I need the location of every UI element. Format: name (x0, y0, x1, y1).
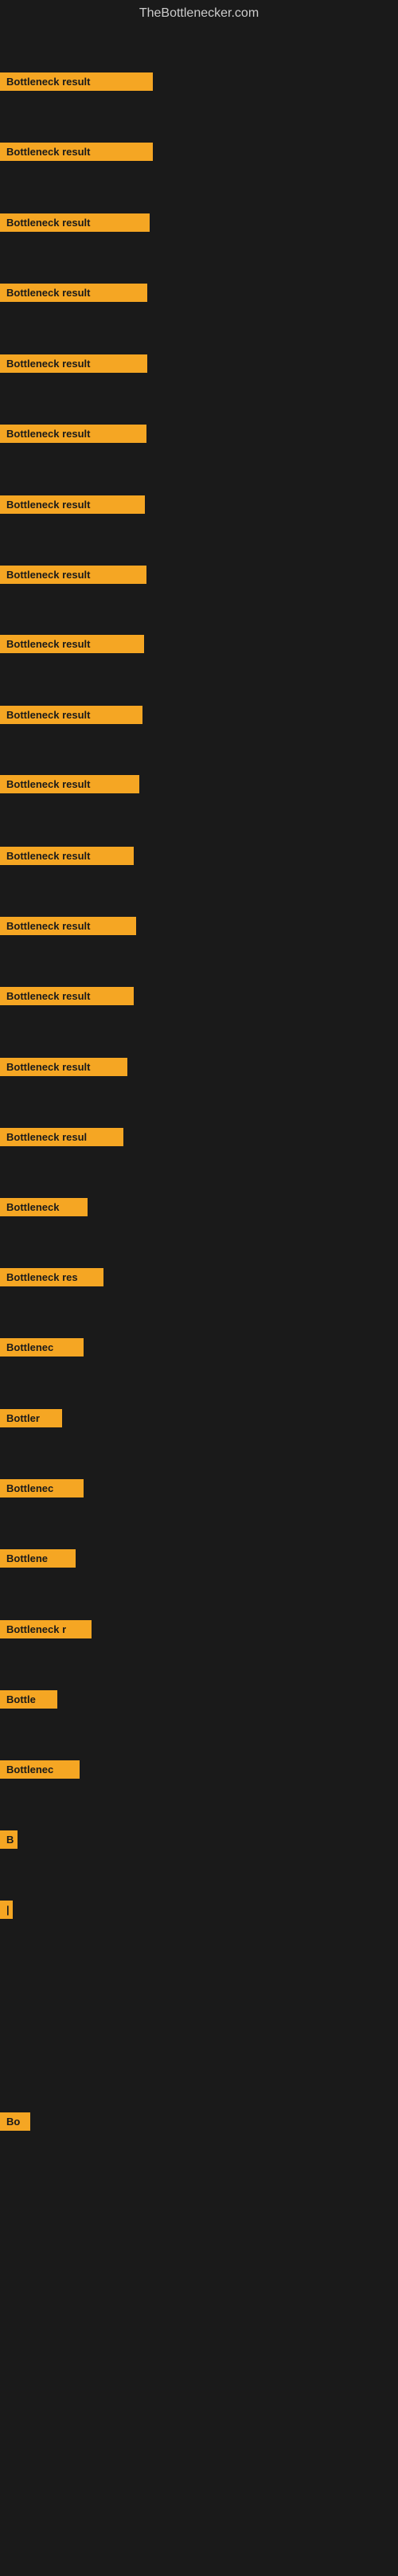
bottleneck-label: Bottleneck resul (0, 1128, 123, 1146)
bottleneck-item: Bottleneck result (0, 354, 147, 377)
bottleneck-label: Bottleneck result (0, 143, 153, 161)
bottleneck-item: Bo (0, 2112, 30, 2135)
bottleneck-label: Bottlenec (0, 1760, 80, 1779)
bottleneck-label: Bottleneck result (0, 566, 146, 584)
bottleneck-label: Bottle (0, 1690, 57, 1709)
bottleneck-item: Bottler (0, 1409, 62, 1431)
bottleneck-label: Bottler (0, 1409, 62, 1427)
bottleneck-label: Bo (0, 2112, 30, 2131)
site-title: TheBottlenecker.com (0, 0, 398, 27)
bottleneck-item: Bottleneck result (0, 143, 153, 165)
bottleneck-item: Bottleneck result (0, 847, 134, 869)
bottleneck-item: Bottleneck result (0, 1058, 127, 1080)
bottleneck-label: Bottleneck res (0, 1268, 103, 1286)
bottleneck-label: Bottleneck result (0, 284, 147, 302)
bottleneck-item: Bottleneck (0, 1198, 88, 1220)
bottleneck-label: Bottleneck result (0, 72, 153, 91)
bottleneck-label: Bottleneck result (0, 987, 134, 1005)
bottleneck-label: Bottleneck result (0, 917, 136, 935)
bottleneck-item: Bottlene (0, 1549, 76, 1572)
bottleneck-label: Bottlene (0, 1549, 76, 1568)
bottleneck-label: Bottleneck result (0, 706, 142, 724)
bottleneck-item: Bottleneck result (0, 495, 145, 518)
bottleneck-item: Bottlenec (0, 1479, 84, 1501)
bottleneck-label: Bottleneck r (0, 1620, 92, 1638)
bottleneck-item: Bottleneck r (0, 1620, 92, 1642)
bottleneck-label: Bottleneck (0, 1198, 88, 1216)
bottleneck-label: Bottleneck result (0, 213, 150, 232)
bottleneck-item: B (0, 1830, 18, 1853)
bottleneck-item: Bottleneck result (0, 72, 153, 95)
bottleneck-item: Bottleneck result (0, 284, 147, 306)
bottleneck-item: Bottlenec (0, 1338, 84, 1360)
bottleneck-label: Bottleneck result (0, 775, 139, 793)
bottleneck-label: Bottleneck result (0, 354, 147, 373)
bottleneck-item: Bottleneck result (0, 775, 139, 797)
bottleneck-item: Bottle (0, 1690, 57, 1713)
bottleneck-label: Bottleneck result (0, 1058, 127, 1076)
bottleneck-item: Bottleneck result (0, 706, 142, 728)
bottleneck-item: Bottleneck result (0, 566, 146, 588)
bottleneck-item: Bottleneck res (0, 1268, 103, 1290)
bottleneck-item: Bottleneck result (0, 987, 134, 1009)
bottleneck-item: | (0, 1901, 13, 1923)
bottleneck-item: Bottleneck result (0, 917, 136, 939)
bottleneck-label: B (0, 1830, 18, 1849)
bottleneck-label: | (0, 1901, 13, 1919)
bottleneck-label: Bottlenec (0, 1338, 84, 1357)
bottleneck-item: Bottleneck result (0, 213, 150, 236)
bottleneck-item: Bottleneck resul (0, 1128, 123, 1150)
bottleneck-item: Bottleneck result (0, 635, 144, 657)
bottleneck-label: Bottleneck result (0, 495, 145, 514)
bottleneck-label: Bottleneck result (0, 847, 134, 865)
bottleneck-item: Bottlenec (0, 1760, 80, 1783)
bottleneck-item: Bottleneck result (0, 425, 146, 447)
bottleneck-label: Bottleneck result (0, 425, 146, 443)
bottleneck-label: Bottleneck result (0, 635, 144, 653)
bottleneck-label: Bottlenec (0, 1479, 84, 1497)
